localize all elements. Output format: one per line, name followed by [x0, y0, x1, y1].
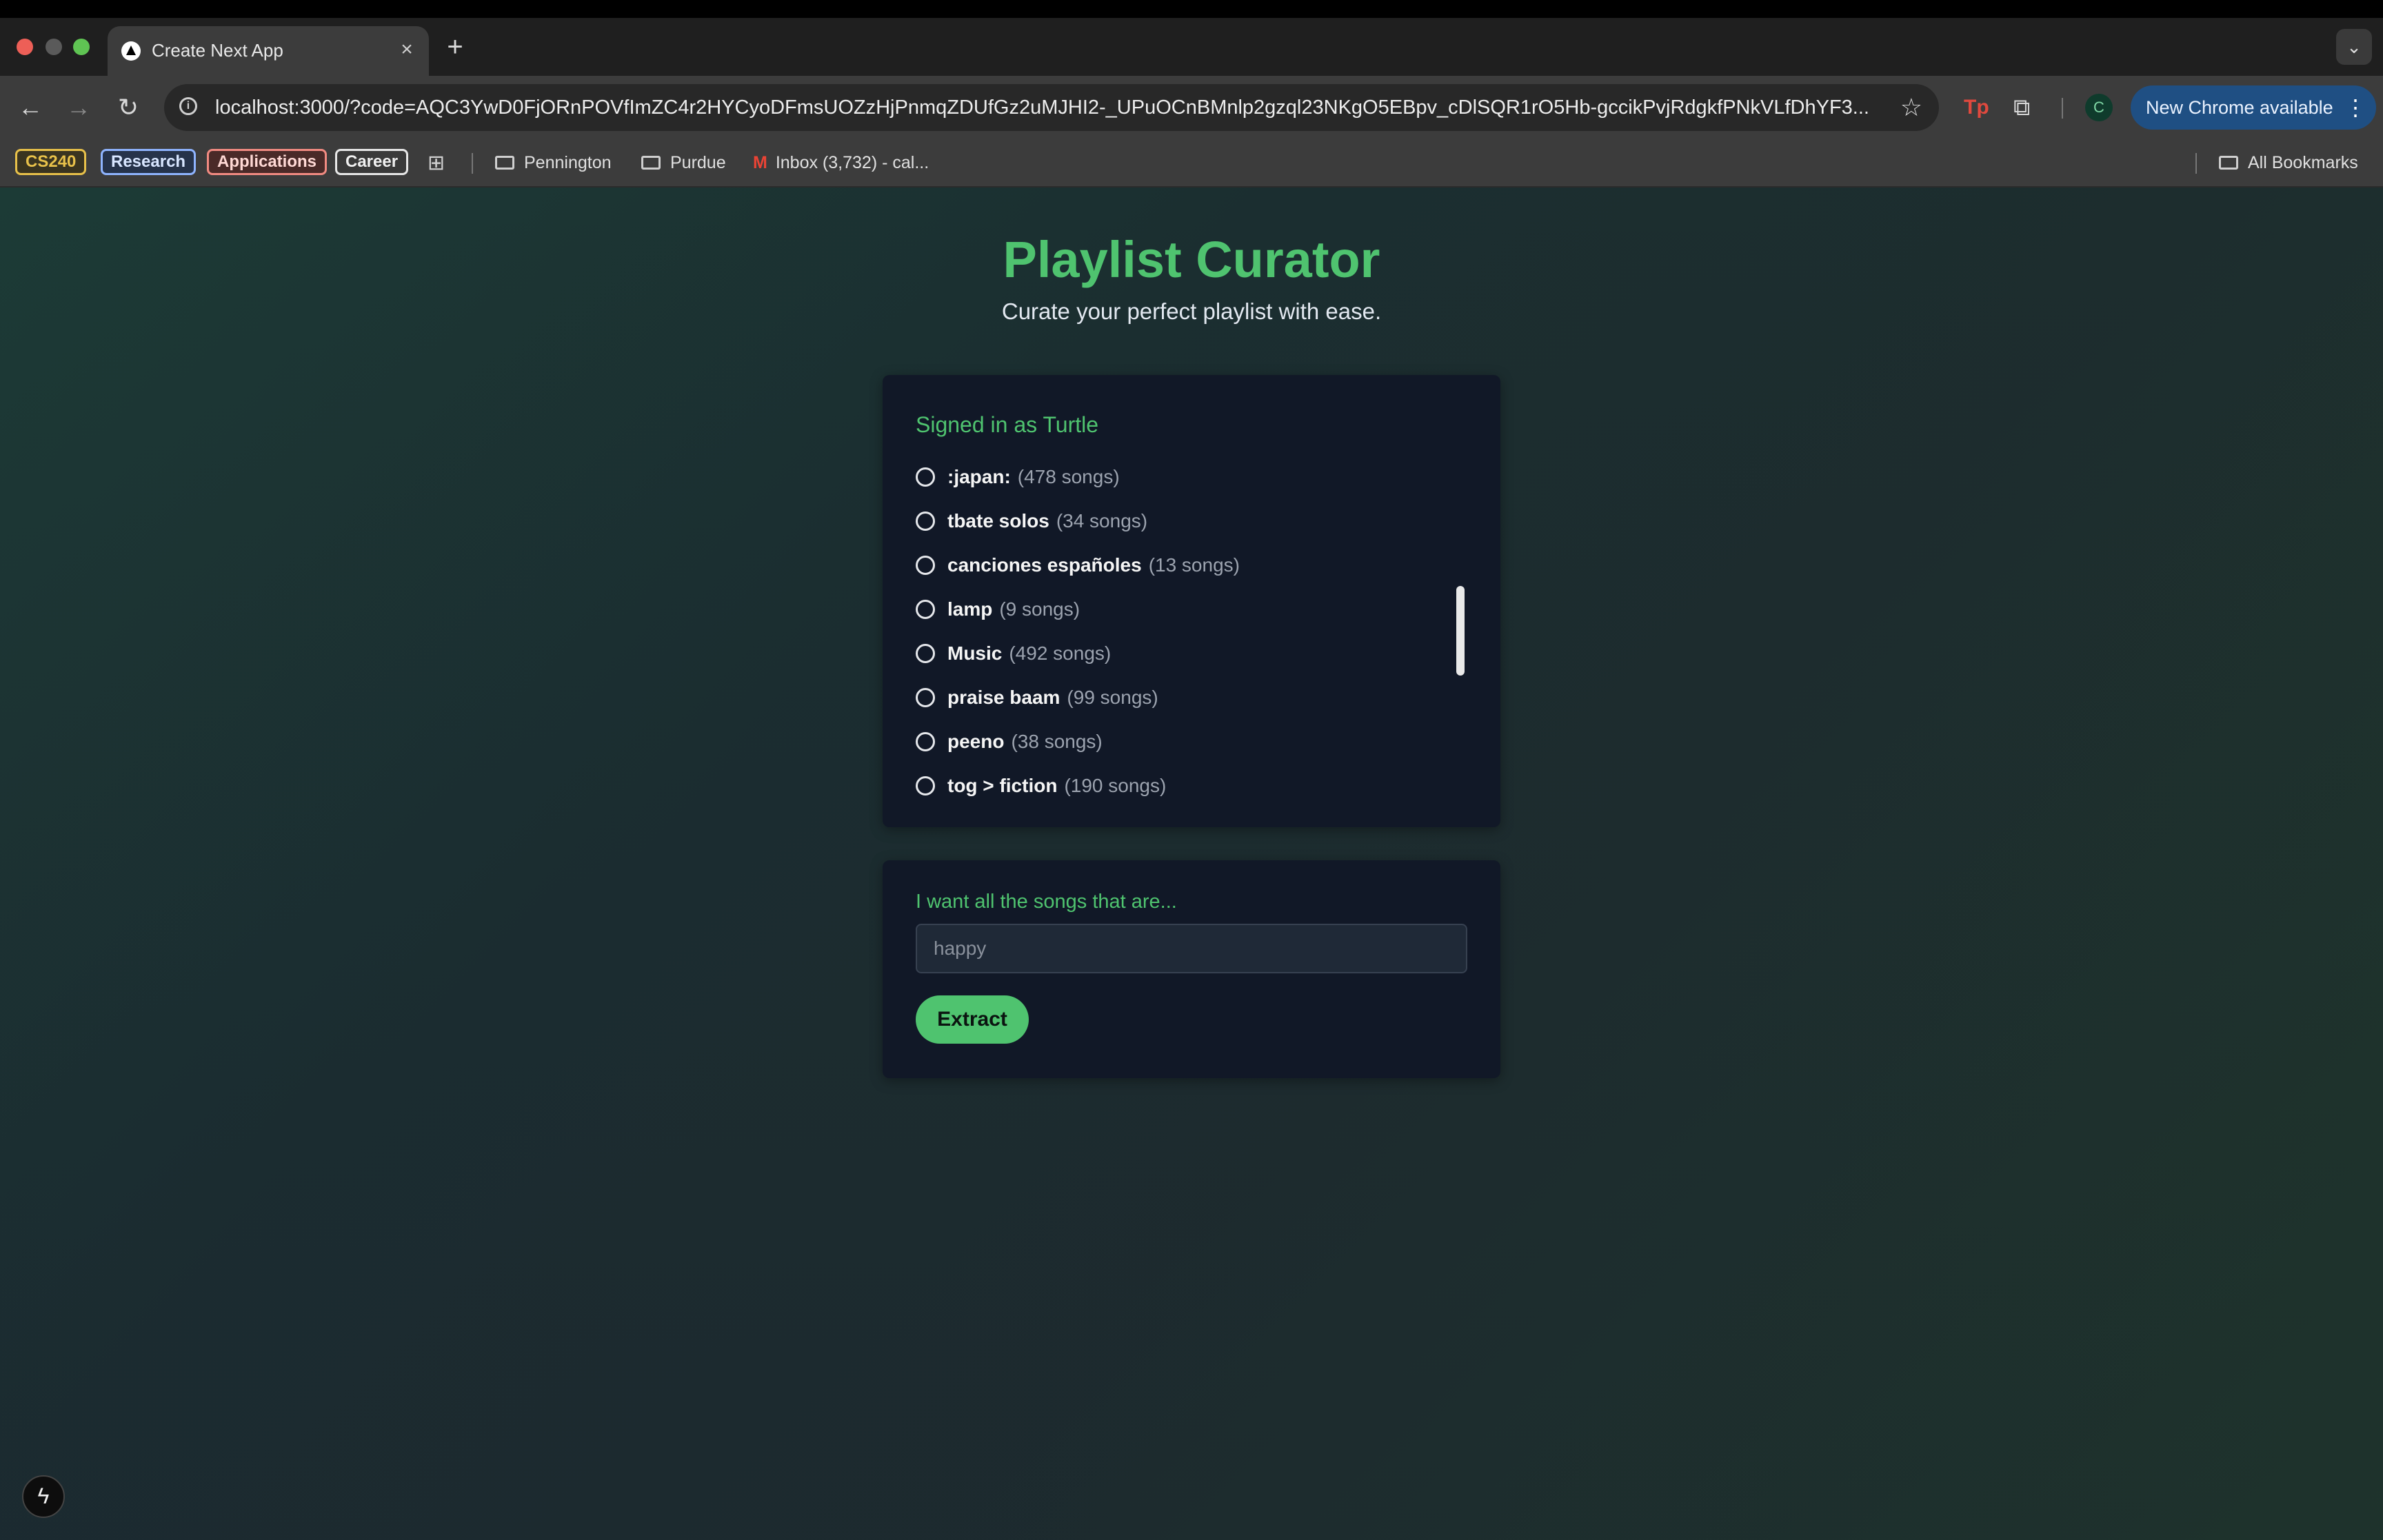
playlist-name: lamp [947, 598, 993, 620]
bookmark-folder-pennington[interactable]: Pennington [495, 150, 612, 175]
new-chrome-available-button[interactable]: New Chrome available ⋮ [2131, 85, 2376, 130]
url-text[interactable]: localhost:3000/?code=AQC3YwD0FjORnPOVfIm… [215, 95, 1870, 120]
tab-groups-grid-icon[interactable]: ⊞ [428, 152, 445, 175]
extract-button[interactable]: Extract [916, 995, 1029, 1044]
mood-prompt-label: I want all the songs that are... [916, 891, 1177, 913]
browser-toolbar: ← → ↻ i localhost:3000/?code=AQC3YwD0FjO… [0, 76, 2383, 139]
page-subtitle: Curate your perfect playlist with ease. [1001, 298, 1382, 324]
playlist-song-count: (13 songs) [1148, 554, 1240, 576]
playlist-name: canciones españoles [947, 554, 1142, 576]
playlist-radio[interactable] [916, 688, 935, 707]
site-info-icon[interactable]: i [179, 97, 197, 115]
tp-extension-icon[interactable]: Tp [1964, 94, 1989, 121]
all-bookmarks-button[interactable]: All Bookmarks [2219, 150, 2358, 175]
tab-create-next-app[interactable]: Create Next App × [108, 26, 429, 76]
zoom-window-button[interactable] [73, 39, 90, 55]
page-content: Playlist Curator Curate your perfect pla… [0, 188, 2383, 1540]
tab-bar: Create Next App × + ⌄ [0, 18, 2383, 76]
playlist-item[interactable]: peeno (38 songs) [916, 720, 1440, 764]
tab-search-button[interactable]: ⌄ [2336, 29, 2372, 65]
tab-title: Create Next App [152, 40, 283, 61]
playlist-radio[interactable] [916, 644, 935, 663]
playlist-radio[interactable] [916, 556, 935, 575]
nextjs-favicon-icon [121, 41, 141, 61]
new-tab-button[interactable]: + [441, 30, 469, 63]
extract-card: I want all the songs that are... Extract [883, 860, 1500, 1078]
reload-button[interactable]: ↻ [113, 92, 143, 123]
bookmarks-divider [2195, 153, 2197, 174]
bookmarks-divider [472, 153, 473, 174]
playlist-item[interactable]: lamp (9 songs) [916, 587, 1440, 631]
back-button[interactable]: ← [15, 92, 46, 123]
playlist-radio[interactable] [916, 511, 935, 531]
playlist-item[interactable]: :japan: (478 songs) [916, 455, 1440, 499]
playlist-song-count: (38 songs) [1011, 731, 1103, 752]
bookmark-chip-cs240[interactable]: CS240 [15, 149, 87, 175]
mood-input[interactable] [916, 924, 1467, 973]
playlist-song-count: (9 songs) [999, 598, 1080, 620]
gmail-label: Inbox (3,732) - cal... [775, 153, 929, 172]
minimize-window-button[interactable] [46, 39, 62, 55]
playlist-name: :japan: [947, 466, 1011, 487]
playlist-radio[interactable] [916, 776, 935, 796]
gmail-icon: M [753, 153, 767, 172]
bookmark-chip-research[interactable]: Research [101, 149, 197, 175]
folder-icon [2219, 156, 2238, 170]
playlist-item[interactable]: canciones españoles (13 songs) [916, 543, 1440, 587]
page-title: Playlist Curator [1003, 231, 1380, 288]
signed-in-status: Signed in as Turtle [916, 412, 1099, 437]
bookmark-star-icon[interactable]: ☆ [1900, 94, 1922, 121]
playlist-name: tog > fiction [947, 775, 1058, 796]
playlist-radio[interactable] [916, 600, 935, 619]
playlist-name: Music [947, 642, 1003, 664]
nextjs-dev-indicator-bolt-icon[interactable]: ϟ [22, 1475, 65, 1518]
playlist-card: Signed in as Turtle :japan: (478 songs) t… [883, 375, 1500, 827]
playlist-song-count: (99 songs) [1067, 687, 1158, 708]
playlist-song-count: (190 songs) [1064, 775, 1167, 796]
playlist-name: peeno [947, 731, 1005, 752]
playlist-name: praise baam [947, 687, 1060, 708]
update-label: New Chrome available [2146, 97, 2333, 118]
playlist-list: :japan: (478 songs) tbate solos (34 songs)… [916, 455, 1440, 808]
folder-icon [641, 156, 661, 170]
playlist-song-count: (478 songs) [1017, 466, 1120, 487]
playlist-name: tbate solos [947, 510, 1049, 531]
profile-avatar[interactable]: C [2085, 94, 2113, 121]
folder-icon [495, 156, 514, 170]
address-bar[interactable]: i localhost:3000/?code=AQC3YwD0FjORnPOVf… [164, 84, 1939, 131]
bookmark-chip-career[interactable]: Career [335, 149, 409, 175]
bookmark-gmail-inbox[interactable]: M Inbox (3,732) - cal... [753, 150, 929, 175]
toolbar-divider [2062, 98, 2063, 119]
forward-button[interactable]: → [63, 92, 94, 123]
playlist-song-count: (492 songs) [1009, 642, 1112, 664]
tab-close-icon[interactable]: × [394, 37, 419, 62]
bookmark-folder-purdue[interactable]: Purdue [641, 150, 726, 175]
close-window-button[interactable] [17, 39, 33, 55]
folder-label: Purdue [670, 153, 726, 172]
playlist-radio[interactable] [916, 467, 935, 487]
bookmark-chip-applications[interactable]: Applications [207, 149, 328, 175]
kebab-menu-icon[interactable]: ⋮ [2344, 85, 2366, 130]
folder-label: Pennington [524, 153, 612, 172]
playlist-item[interactable]: tog > fiction (190 songs) [916, 764, 1440, 808]
all-bookmarks-label: All Bookmarks [2248, 153, 2358, 172]
playlist-item[interactable]: praise baam (99 songs) [916, 676, 1440, 720]
playlist-radio[interactable] [916, 732, 935, 751]
playlist-song-count: (34 songs) [1056, 510, 1148, 531]
playlist-item[interactable]: tbate solos (34 songs) [916, 499, 1440, 543]
extensions-puzzle-icon[interactable]: ⧉ [2013, 92, 2030, 123]
playlist-scrollbar[interactable] [1456, 586, 1465, 676]
playlist-item[interactable]: Music (492 songs) [916, 631, 1440, 676]
bookmarks-bar: CS240 Research Applications Career ⊞ Pen… [0, 139, 2383, 188]
macos-menubar-strip [0, 0, 2383, 18]
